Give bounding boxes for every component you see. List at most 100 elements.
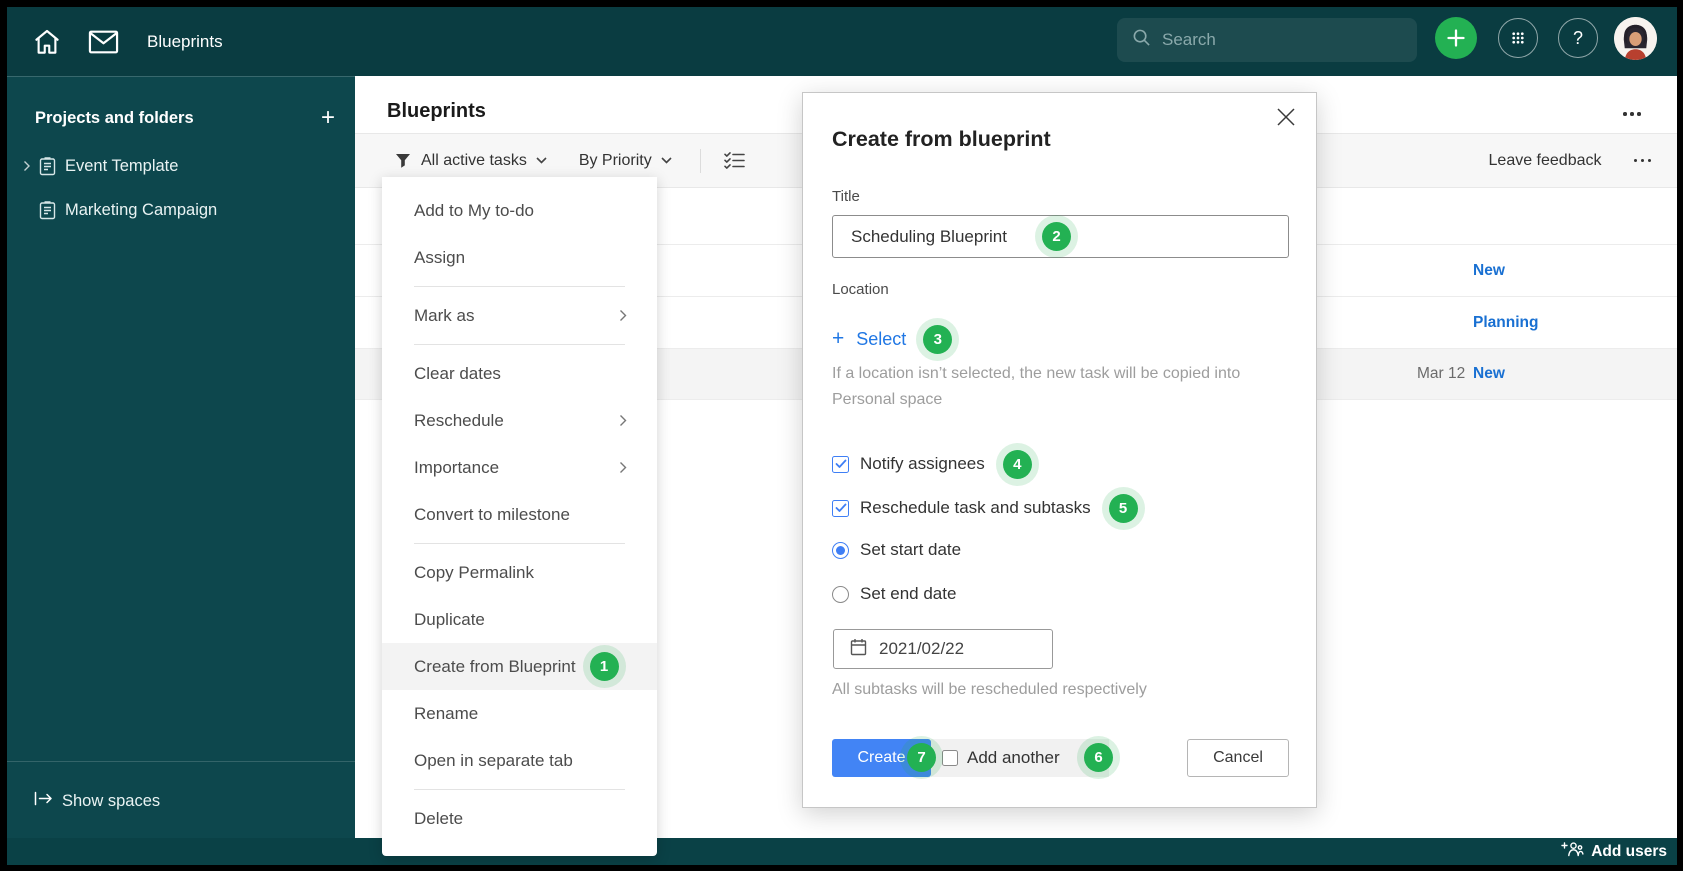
menu-item-add-to-my-todo[interactable]: Add to My to-do bbox=[382, 187, 657, 234]
annotation-badge-3: 3 bbox=[923, 324, 953, 354]
add-another-option[interactable]: Add another bbox=[931, 739, 1109, 777]
menu-divider bbox=[414, 286, 625, 287]
status-link[interactable]: Planning bbox=[1473, 314, 1538, 332]
menu-item-clear-dates[interactable]: Clear dates bbox=[382, 350, 657, 397]
menu-item-assign[interactable]: Assign bbox=[382, 234, 657, 281]
radio-selected-icon[interactable] bbox=[832, 541, 849, 559]
projects-section-title: Projects and folders bbox=[35, 108, 194, 127]
notify-assignees-option[interactable]: Notify assignees 4 bbox=[832, 449, 1032, 479]
menu-item-create-from-blueprint[interactable]: Create from Blueprint 1 bbox=[382, 643, 657, 690]
menu-divider bbox=[414, 344, 625, 345]
plus-icon: + bbox=[832, 327, 845, 350]
location-field-label: Location bbox=[832, 281, 889, 298]
home-icon[interactable] bbox=[32, 27, 62, 57]
filterbar-divider bbox=[699, 148, 701, 173]
set-end-date-label: Set end date bbox=[860, 584, 957, 603]
cancel-button[interactable]: Cancel bbox=[1187, 739, 1289, 777]
menu-item-rename[interactable]: Rename bbox=[382, 690, 657, 737]
set-start-date-option[interactable]: Set start date bbox=[832, 535, 961, 565]
set-start-date-label: Set start date bbox=[860, 540, 962, 559]
submenu-chevron-icon bbox=[619, 414, 627, 427]
chevron-right-icon[interactable] bbox=[15, 160, 39, 172]
sidebar-item-label: Event Template bbox=[65, 156, 179, 175]
set-end-date-option[interactable]: Set end date bbox=[832, 579, 956, 609]
menu-item-mark-as[interactable]: Mark as bbox=[382, 292, 657, 339]
add-users-button[interactable]: Add users bbox=[1561, 841, 1667, 862]
annotation-badge-5: 5 bbox=[1108, 493, 1138, 523]
annotation-badge-4: 4 bbox=[1002, 449, 1032, 479]
page-title: Blueprints bbox=[387, 100, 486, 122]
row-date: Mar 12 bbox=[1417, 365, 1466, 382]
add-project-icon[interactable]: + bbox=[321, 106, 335, 130]
help-icon[interactable]: ? bbox=[1558, 18, 1598, 58]
select-location-link[interactable]: + Select 3 bbox=[832, 324, 953, 354]
apps-grid-icon[interactable] bbox=[1498, 18, 1538, 58]
more-options-icon[interactable] bbox=[1633, 158, 1651, 163]
add-button[interactable] bbox=[1435, 17, 1477, 59]
menu-item-delete[interactable]: Delete bbox=[382, 795, 657, 842]
radio-unselected-icon[interactable] bbox=[832, 585, 849, 603]
date-input[interactable] bbox=[879, 639, 999, 659]
status-link[interactable]: New bbox=[1473, 365, 1505, 383]
add-users-label: Add users bbox=[1591, 842, 1667, 860]
chevron-down-icon bbox=[661, 157, 672, 164]
more-options-icon[interactable] bbox=[1623, 112, 1641, 116]
filter-funnel-icon bbox=[395, 153, 411, 169]
checkbox-unchecked-icon[interactable] bbox=[942, 750, 958, 766]
menu-item-duplicate[interactable]: Duplicate bbox=[382, 596, 657, 643]
menu-item-convert-to-milestone[interactable]: Convert to milestone bbox=[382, 491, 657, 538]
submenu-chevron-icon bbox=[619, 461, 627, 474]
context-menu: Add to My to-do Assign Mark as Clear dat… bbox=[382, 177, 657, 856]
calendar-icon bbox=[850, 638, 867, 661]
menu-item-open-in-separate-tab[interactable]: Open in separate tab bbox=[382, 737, 657, 784]
create-from-blueprint-dialog: Create from blueprint Title 2 Location +… bbox=[802, 92, 1317, 808]
search-box[interactable] bbox=[1117, 18, 1417, 62]
projects-section-header: Projects and folders + bbox=[35, 106, 335, 130]
add-another-label: Add another bbox=[967, 748, 1060, 767]
sort-dropdown[interactable]: By Priority bbox=[579, 152, 672, 170]
blueprint-doc-icon bbox=[39, 156, 56, 176]
annotation-badge-1: 1 bbox=[589, 652, 619, 681]
title-field: 2 bbox=[832, 215, 1289, 258]
blueprint-doc-icon bbox=[39, 200, 56, 220]
menu-item-copy-permalink[interactable]: Copy Permalink bbox=[382, 549, 657, 596]
status-link[interactable]: New bbox=[1473, 262, 1505, 280]
date-hint: All subtasks will be rescheduled respect… bbox=[832, 681, 1147, 698]
sort-dropdown-label: By Priority bbox=[578, 151, 652, 169]
multiselect-icon[interactable] bbox=[723, 152, 746, 169]
menu-divider bbox=[414, 543, 625, 544]
add-users-icon bbox=[1561, 841, 1584, 862]
avatar[interactable] bbox=[1614, 17, 1657, 60]
sidebar-item-event-template[interactable]: Event Template bbox=[7, 151, 178, 181]
submenu-chevron-icon bbox=[619, 309, 627, 322]
filter-dropdown[interactable]: All active tasks bbox=[421, 152, 547, 170]
search-icon bbox=[1132, 28, 1151, 52]
date-field[interactable] bbox=[833, 629, 1053, 669]
reschedule-option[interactable]: Reschedule task and subtasks 5 bbox=[832, 493, 1138, 523]
notify-assignees-label: Notify assignees bbox=[860, 454, 985, 473]
app-window: Blueprints ? Projects and folders + bbox=[7, 7, 1677, 865]
annotation-badge-7: 7 bbox=[907, 743, 936, 772]
select-location-label: Select bbox=[856, 328, 907, 349]
title-field-label: Title bbox=[832, 188, 860, 205]
show-spaces-label: Show spaces bbox=[62, 791, 161, 810]
checkbox-checked-icon[interactable] bbox=[832, 499, 849, 517]
checkbox-checked-icon[interactable] bbox=[832, 455, 849, 473]
sidebar-item-label: Marketing Campaign bbox=[65, 200, 218, 219]
top-bar: Blueprints ? bbox=[7, 7, 1677, 76]
show-spaces-icon bbox=[34, 791, 53, 811]
menu-item-importance[interactable]: Importance bbox=[382, 444, 657, 491]
annotation-badge-2: 2 bbox=[1042, 222, 1071, 251]
menu-item-reschedule[interactable]: Reschedule bbox=[382, 397, 657, 444]
leave-feedback-link[interactable]: Leave feedback bbox=[1489, 152, 1602, 170]
filter-dropdown-label: All active tasks bbox=[421, 151, 527, 169]
menu-divider bbox=[414, 789, 625, 790]
screenshot-frame: Blueprints ? Projects and folders + bbox=[0, 0, 1683, 871]
show-spaces-button[interactable]: Show spaces bbox=[34, 787, 160, 815]
sidebar: Projects and folders + Event Template Ma… bbox=[7, 76, 355, 838]
sidebar-item-marketing-campaign[interactable]: Marketing Campaign bbox=[7, 195, 217, 225]
search-input[interactable] bbox=[1162, 30, 1392, 50]
close-icon[interactable] bbox=[1273, 104, 1299, 135]
chevron-down-icon bbox=[536, 157, 547, 164]
mail-icon[interactable] bbox=[88, 29, 119, 55]
